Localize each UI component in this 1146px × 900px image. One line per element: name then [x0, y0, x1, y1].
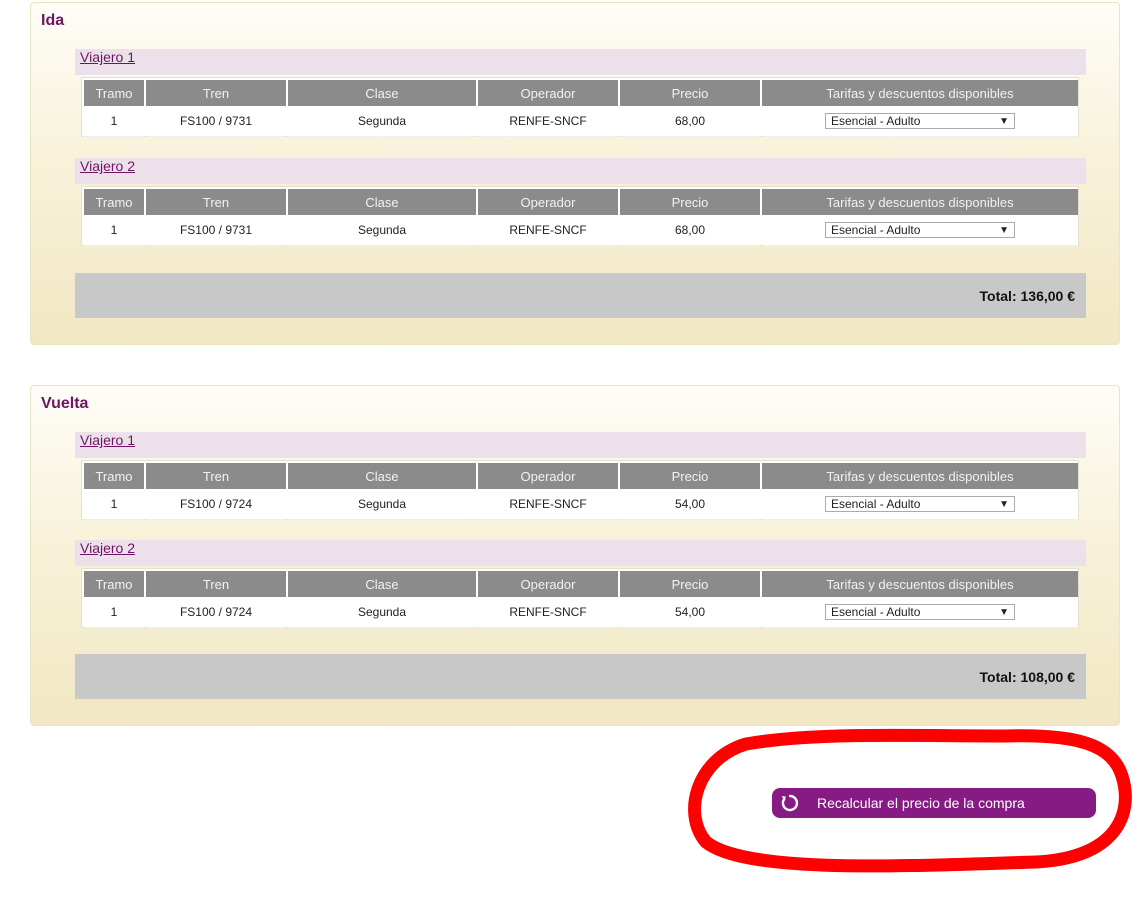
legs-table: Tramo Tren Clase Operador Precio Tarifas…: [82, 189, 1080, 246]
cell-precio: 68,00: [620, 106, 760, 137]
legs-table: Tramo Tren Clase Operador Precio Tarifas…: [82, 463, 1080, 520]
legs-table-wrapper: Tramo Tren Clase Operador Precio Tarifas…: [81, 568, 1079, 628]
header-tramo: Tramo: [84, 80, 144, 106]
table-header-row: Tramo Tren Clase Operador Precio Tarifas…: [84, 80, 1078, 106]
header-operador: Operador: [478, 571, 618, 597]
cell-tren: FS100 / 9731: [146, 106, 286, 137]
traveler-block: Viajero 1 Tramo Tren Clase Operador Prec…: [75, 432, 1086, 530]
cell-operador: RENFE-SNCF: [478, 489, 618, 520]
cell-tarifa: Esencial - Adulto ▼: [762, 106, 1078, 137]
header-operador: Operador: [478, 463, 618, 489]
traveler-header: Viajero 1: [75, 432, 1086, 458]
cell-clase: Segunda: [288, 215, 476, 246]
cell-tren: FS100 / 9731: [146, 215, 286, 246]
cell-clase: Segunda: [288, 597, 476, 628]
traveler-header: Viajero 2: [75, 540, 1086, 566]
dropdown-arrow-icon: ▼: [999, 607, 1009, 618]
traveler-header: Viajero 1: [75, 49, 1086, 75]
traveler-link[interactable]: Viajero 1: [80, 49, 135, 65]
header-tramo: Tramo: [84, 571, 144, 597]
header-clase: Clase: [288, 189, 476, 215]
header-tarifas: Tarifas y descuentos disponibles: [762, 189, 1078, 215]
dropdown-arrow-icon: ▼: [999, 225, 1009, 236]
cell-operador: RENFE-SNCF: [478, 106, 618, 137]
table-header-row: Tramo Tren Clase Operador Precio Tarifas…: [84, 189, 1078, 215]
legs-table: Tramo Tren Clase Operador Precio Tarifas…: [82, 80, 1080, 137]
cell-tarifa: Esencial - Adulto ▼: [762, 489, 1078, 520]
traveler-link[interactable]: Viajero 1: [80, 432, 135, 448]
fare-select-value: Esencial - Adulto: [831, 223, 921, 237]
cell-tramo: 1: [84, 215, 144, 246]
total-price: Total: 108,00 €: [979, 669, 1075, 685]
header-operador: Operador: [478, 189, 618, 215]
recalculate-price-button[interactable]: Recalcular el precio de la compra: [772, 788, 1096, 818]
cell-operador: RENFE-SNCF: [478, 597, 618, 628]
dropdown-arrow-icon: ▼: [999, 499, 1009, 510]
header-tramo: Tramo: [84, 463, 144, 489]
cell-tramo: 1: [84, 489, 144, 520]
vuelta-section: Vuelta Viajero 1 Tramo Tren Clase Operad…: [30, 385, 1120, 726]
traveler-link[interactable]: Viajero 2: [80, 540, 135, 556]
cell-clase: Segunda: [288, 489, 476, 520]
total-bar: Total: 136,00 €: [75, 273, 1086, 318]
fare-select-value: Esencial - Adulto: [831, 605, 921, 619]
fare-select[interactable]: Esencial - Adulto ▼: [825, 113, 1015, 129]
header-clase: Clase: [288, 571, 476, 597]
traveler-block: Viajero 2 Tramo Tren Clase Operador Prec…: [75, 158, 1086, 256]
cell-precio: 54,00: [620, 489, 760, 520]
dropdown-arrow-icon: ▼: [999, 116, 1009, 127]
fare-select[interactable]: Esencial - Adulto ▼: [825, 496, 1015, 512]
table-header-row: Tramo Tren Clase Operador Precio Tarifas…: [84, 571, 1078, 597]
table-row: 1 FS100 / 9731 Segunda RENFE-SNCF 68,00 …: [84, 215, 1078, 246]
header-tramo: Tramo: [84, 189, 144, 215]
fare-select[interactable]: Esencial - Adulto ▼: [825, 604, 1015, 620]
table-header-row: Tramo Tren Clase Operador Precio Tarifas…: [84, 463, 1078, 489]
fare-select-value: Esencial - Adulto: [831, 497, 921, 511]
fare-select-value: Esencial - Adulto: [831, 114, 921, 128]
header-tarifas: Tarifas y descuentos disponibles: [762, 571, 1078, 597]
legs-table-wrapper: Tramo Tren Clase Operador Precio Tarifas…: [81, 186, 1079, 246]
total-price: Total: 136,00 €: [979, 288, 1075, 304]
refresh-icon: [781, 794, 799, 812]
header-precio: Precio: [620, 189, 760, 215]
header-tren: Tren: [146, 189, 286, 215]
traveler-header: Viajero 2: [75, 158, 1086, 184]
table-row: 1 FS100 / 9724 Segunda RENFE-SNCF 54,00 …: [84, 489, 1078, 520]
header-operador: Operador: [478, 80, 618, 106]
cell-precio: 68,00: [620, 215, 760, 246]
legs-table: Tramo Tren Clase Operador Precio Tarifas…: [82, 571, 1080, 628]
legs-table-wrapper: Tramo Tren Clase Operador Precio Tarifas…: [81, 460, 1079, 520]
cell-tarifa: Esencial - Adulto ▼: [762, 597, 1078, 628]
cell-clase: Segunda: [288, 106, 476, 137]
header-tarifas: Tarifas y descuentos disponibles: [762, 80, 1078, 106]
total-bar: Total: 108,00 €: [75, 654, 1086, 699]
header-tren: Tren: [146, 571, 286, 597]
cell-tren: FS100 / 9724: [146, 489, 286, 520]
recalculate-button-label: Recalcular el precio de la compra: [817, 795, 1025, 811]
table-row: 1 FS100 / 9731 Segunda RENFE-SNCF 68,00 …: [84, 106, 1078, 137]
header-precio: Precio: [620, 463, 760, 489]
traveler-block: Viajero 2 Tramo Tren Clase Operador Prec…: [75, 540, 1086, 638]
traveler-block: Viajero 1 Tramo Tren Clase Operador Prec…: [75, 49, 1086, 147]
header-tren: Tren: [146, 463, 286, 489]
header-precio: Precio: [620, 80, 760, 106]
cell-tarifa: Esencial - Adulto ▼: [762, 215, 1078, 246]
header-tarifas: Tarifas y descuentos disponibles: [762, 463, 1078, 489]
header-clase: Clase: [288, 463, 476, 489]
table-row: 1 FS100 / 9724 Segunda RENFE-SNCF 54,00 …: [84, 597, 1078, 628]
cell-tramo: 1: [84, 597, 144, 628]
ida-title: Ida: [41, 12, 65, 29]
header-clase: Clase: [288, 80, 476, 106]
vuelta-title: Vuelta: [41, 395, 89, 412]
traveler-link[interactable]: Viajero 2: [80, 158, 135, 174]
ida-section: Ida Viajero 1 Tramo Tren Clase Operador …: [30, 2, 1120, 345]
header-precio: Precio: [620, 571, 760, 597]
cell-precio: 54,00: [620, 597, 760, 628]
cell-operador: RENFE-SNCF: [478, 215, 618, 246]
fare-select[interactable]: Esencial - Adulto ▼: [825, 222, 1015, 238]
header-tren: Tren: [146, 80, 286, 106]
cell-tren: FS100 / 9724: [146, 597, 286, 628]
legs-table-wrapper: Tramo Tren Clase Operador Precio Tarifas…: [81, 77, 1079, 137]
cell-tramo: 1: [84, 106, 144, 137]
